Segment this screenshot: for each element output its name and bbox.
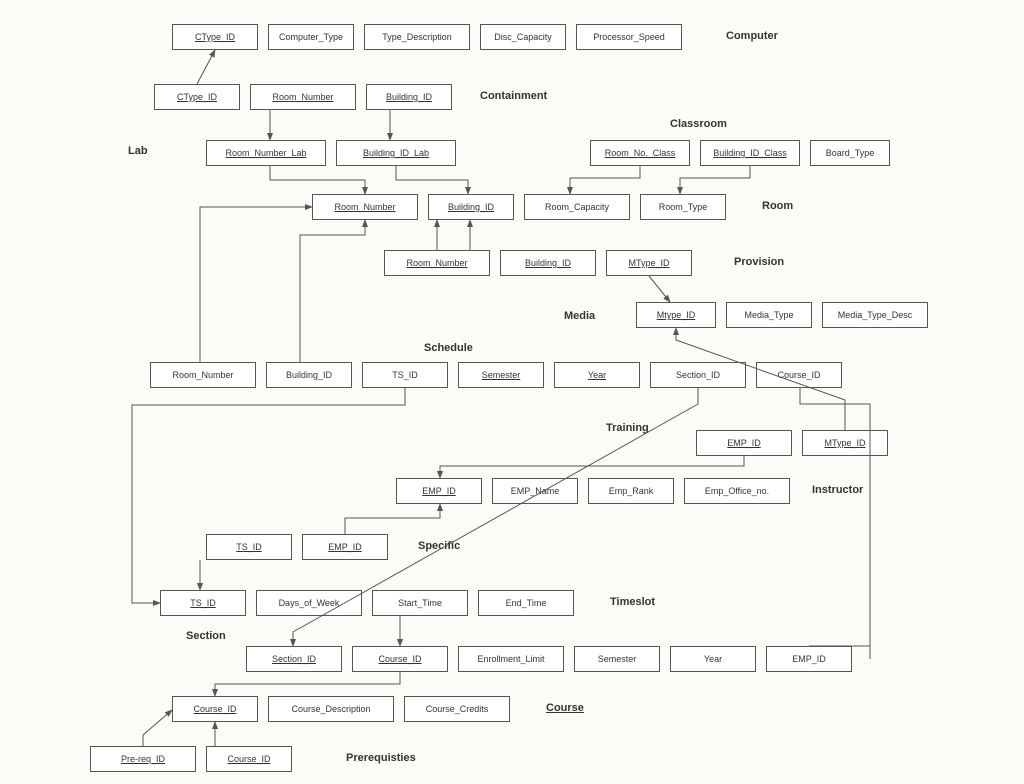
containment-bldg: Building_ID xyxy=(366,84,452,110)
schedule-year: Year xyxy=(554,362,640,388)
prerequisites-label: Prerequisties xyxy=(346,752,416,764)
computer-desc: Type_Description xyxy=(364,24,470,50)
schedule-ts: TS_ID xyxy=(362,362,448,388)
room-type: Room_Type xyxy=(640,194,726,220)
provision-label: Provision xyxy=(734,256,784,268)
specific-ts: TS_ID xyxy=(206,534,292,560)
instr-emp: EMP_ID xyxy=(396,478,482,504)
computer-proc: Processor_Speed xyxy=(576,24,682,50)
schedule-course: Course_ID xyxy=(756,362,842,388)
training-emp: EMP_ID xyxy=(696,430,792,456)
containment-ctype: CType_ID xyxy=(154,84,240,110)
media-mtype: Mtype_ID xyxy=(636,302,716,328)
provision-mtype: MType_ID xyxy=(606,250,692,276)
instr-rank: Emp_Rank xyxy=(588,478,674,504)
room-number: Room_Number xyxy=(312,194,418,220)
training-label: Training xyxy=(606,422,649,434)
section-label: Section xyxy=(186,630,226,642)
course-desc: Course_Description xyxy=(268,696,394,722)
ts-days: Days_of_Week xyxy=(256,590,362,616)
prereq-course: Course_ID xyxy=(206,746,292,772)
computer-disc: Disc_Capacity xyxy=(480,24,566,50)
prereq-id: Pre-req_ID xyxy=(90,746,196,772)
classroom-bldg: Building_ID_Class xyxy=(700,140,800,166)
instr-office: Emp_Office_no. xyxy=(684,478,790,504)
section-course: Course_ID xyxy=(352,646,448,672)
instr-name: EMP_Name xyxy=(492,478,578,504)
course-credit: Course_Credits xyxy=(404,696,510,722)
room-cap: Room_Capacity xyxy=(524,194,630,220)
media-desc: Media_Type_Desc xyxy=(822,302,928,328)
course-label: Course xyxy=(546,702,584,714)
section-year: Year xyxy=(670,646,756,672)
classroom-board: Board_Type xyxy=(810,140,890,166)
section-enroll: Enrollment_Limit xyxy=(458,646,564,672)
containment-label: Containment xyxy=(480,90,547,102)
ts-id: TS_ID xyxy=(160,590,246,616)
section-emp: EMP_ID xyxy=(766,646,852,672)
timeslot-label: Timeslot xyxy=(610,596,655,608)
classroom-label: Classroom xyxy=(670,118,727,130)
containment-room: Room_Number xyxy=(250,84,356,110)
schedule-bldg: Building_ID xyxy=(266,362,352,388)
lab-bldg: Building_ID_Lab xyxy=(336,140,456,166)
computer-ctype-id: CType_ID xyxy=(172,24,258,50)
computer-label: Computer xyxy=(726,30,778,42)
media-type: Media_Type xyxy=(726,302,812,328)
schedule-sem: Semester xyxy=(458,362,544,388)
lab-label: Lab xyxy=(128,145,148,157)
section-id: Section_ID xyxy=(246,646,342,672)
schedule-room: Room_Number xyxy=(150,362,256,388)
computer-type: Computer_Type xyxy=(268,24,354,50)
ts-end: End_Time xyxy=(478,590,574,616)
provision-bldg: Building_ID xyxy=(500,250,596,276)
media-label: Media xyxy=(564,310,595,322)
room-bldg: Building_ID xyxy=(428,194,514,220)
provision-room: Room_Number xyxy=(384,250,490,276)
section-sem: Semester xyxy=(574,646,660,672)
ts-start: Start_Time xyxy=(372,590,468,616)
specific-emp: EMP_ID xyxy=(302,534,388,560)
lab-room: Room_Number_Lab xyxy=(206,140,326,166)
room-label: Room xyxy=(762,200,793,212)
instructor-label: Instructor xyxy=(812,484,863,496)
diagram-canvas: CType_ID Computer_Type Type_Description … xyxy=(0,0,1024,784)
schedule-label: Schedule xyxy=(424,342,473,354)
schedule-section: Section_ID xyxy=(650,362,746,388)
classroom-room: Room_No._Class xyxy=(590,140,690,166)
training-mtype: MType_ID xyxy=(802,430,888,456)
specific-label: Specific xyxy=(418,540,460,552)
course-id: Course_ID xyxy=(172,696,258,722)
